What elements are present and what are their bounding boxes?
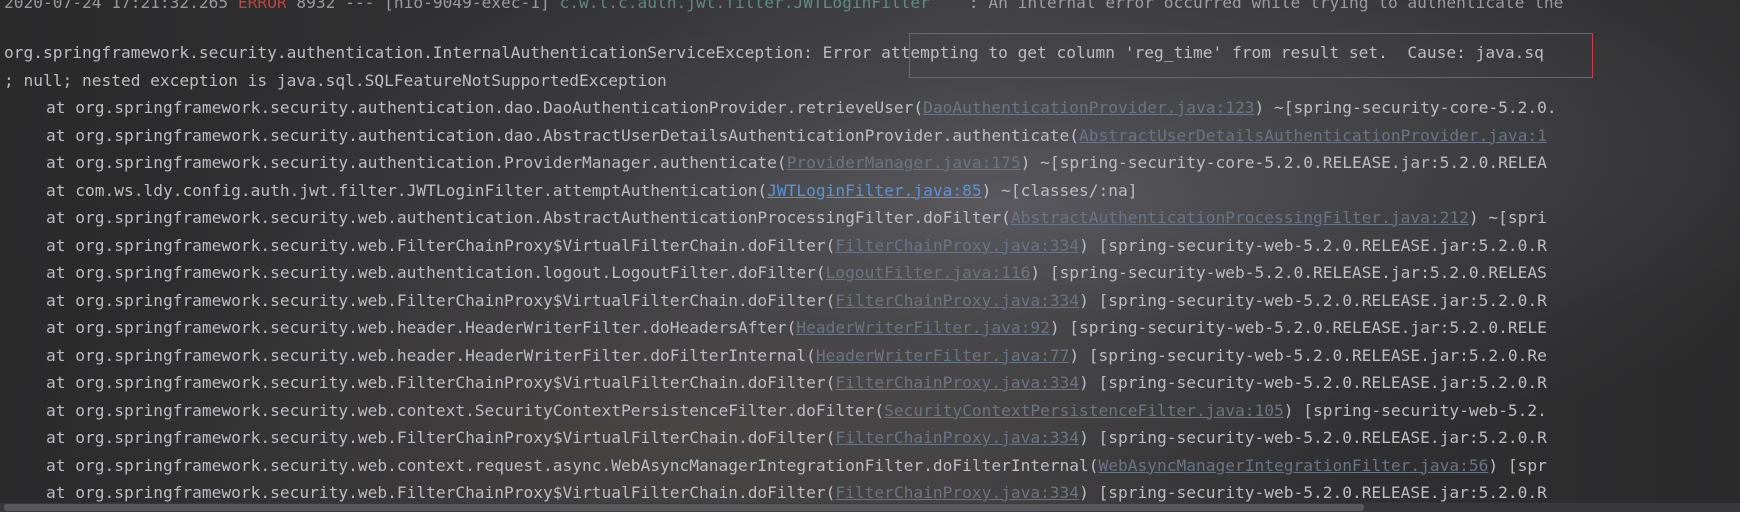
- stack-frame-jar: ) ~[spring-security-core-5.2.0.RELEASE.j…: [1020, 153, 1547, 172]
- stack-frame-method: at org.springframework.security.web.auth…: [46, 263, 826, 282]
- log-pid: 8932: [296, 0, 336, 12]
- source-file-link[interactable]: SecurityContextPersistenceFilter.java:10…: [884, 401, 1284, 420]
- source-file-link[interactable]: JWTLoginFilter.java:85: [767, 181, 981, 200]
- stack-frame-method: at org.springframework.security.web.Filt…: [46, 290, 836, 310]
- stack-frame-method: at org.springframework.security.web.Filt…: [46, 428, 836, 447]
- stack-frame-jar: ) [spring-security-web-5.2.0.RELEASE.jar…: [1079, 373, 1547, 392]
- stack-frame-jar: ) ~[spring-security-core-5.2.0.: [1254, 98, 1557, 117]
- stack-frame-jar: ) [spring-security-web-5.2.: [1283, 400, 1547, 420]
- stack-frame: at org.springframework.security.web.cont…: [4, 456, 1547, 476]
- stack-frame-method: at org.springframework.security.authenti…: [46, 125, 1080, 145]
- stack-frame-jar: ) [spring-security-web-5.2.0.RELEASE.jar…: [1079, 428, 1547, 447]
- stack-frame-jar: ) [spring-security-web-5.2.0.RELEASE.jar…: [1049, 318, 1547, 337]
- source-file-link[interactable]: ProviderManager.java:175: [787, 153, 1021, 172]
- log-thread: [nio-9049-exec-1]: [384, 0, 550, 12]
- log-message: : An internal error occurred while tryin…: [968, 0, 1564, 12]
- stack-frame: at org.springframework.security.web.auth…: [4, 263, 1547, 283]
- horizontal-scrollbar[interactable]: [0, 503, 1740, 512]
- stack-frame: at org.springframework.security.web.head…: [4, 318, 1547, 338]
- source-file-link[interactable]: DaoAuthenticationProvider.java:123: [923, 98, 1254, 117]
- source-file-link[interactable]: HeaderWriterFilter.java:92: [796, 318, 1049, 337]
- source-file-link[interactable]: FilterChainProxy.java:334: [835, 373, 1079, 392]
- stack-frame-method: at org.springframework.security.web.head…: [46, 345, 816, 365]
- source-file-link[interactable]: HeaderWriterFilter.java:77: [816, 346, 1069, 365]
- stack-frame-method: at org.springframework.security.authenti…: [46, 98, 924, 117]
- log-timestamp: 2020-07-24 17:21:32.265: [4, 0, 229, 12]
- stack-frame: at org.springframework.security.web.Filt…: [4, 236, 1547, 256]
- stack-frame-method: at org.springframework.security.web.Filt…: [46, 235, 836, 255]
- stack-frame-method: at org.springframework.security.web.head…: [46, 318, 797, 337]
- source-file-link[interactable]: FilterChainProxy.java:334: [835, 428, 1079, 447]
- source-file-link[interactable]: AbstractAuthenticationProcessingFilter.j…: [1011, 208, 1469, 227]
- stack-frame-method: at org.springframework.security.web.Filt…: [46, 373, 836, 392]
- stack-frame-jar: ) ~[spri: [1468, 208, 1547, 227]
- stack-frame: at org.springframework.security.authenti…: [4, 153, 1547, 173]
- stack-frame-method: at org.springframework.security.web.Filt…: [46, 483, 836, 502]
- stack-frame-jar: ) ~[classes/:na]: [981, 180, 1138, 200]
- stack-frame: at org.springframework.security.web.auth…: [4, 208, 1547, 228]
- source-file-link[interactable]: FilterChainProxy.java:334: [835, 291, 1079, 310]
- nested-exception-line: ; null; nested exception is java.sql.SQL…: [4, 71, 667, 90]
- log-level: ERROR: [237, 0, 287, 12]
- exception-class: org.springframework.security.authenticat…: [4, 43, 813, 62]
- source-file-link[interactable]: FilterChainProxy.java:334: [835, 483, 1079, 502]
- source-file-link[interactable]: LogoutFilter.java:116: [826, 263, 1031, 282]
- stack-frame-jar: ) [spring-security-web-5.2.0.RELEASE.jar…: [1079, 235, 1547, 255]
- source-file-link[interactable]: FilterChainProxy.java:334: [835, 236, 1079, 255]
- scrollbar-thumb[interactable]: [4, 504, 1364, 511]
- log-logger: c.w.l.c.auth.jwt.filter.JWTLoginFilter: [559, 0, 930, 12]
- console-output[interactable]: 2020-07-24 17:21:32.265 ERROR 8932 --- […: [0, 0, 1740, 512]
- source-file-link[interactable]: AbstractUserDetailsAuthenticationProvide…: [1079, 126, 1547, 145]
- source-file-link[interactable]: WebAsyncManagerIntegrationFilter.java:56: [1099, 456, 1489, 475]
- stack-frame: at org.springframework.security.authenti…: [4, 126, 1547, 146]
- stack-frame-jar: ) [spring-security-web-5.2.0.RELEASE.jar…: [1069, 345, 1547, 365]
- stack-frame-method: at org.springframework.security.web.auth…: [46, 208, 1011, 227]
- stack-frame-jar: ) [spring-security-web-5.2.0.RELEASE.jar…: [1030, 263, 1547, 282]
- error-highlight-box: [909, 33, 1593, 78]
- stack-frame: at org.springframework.security.web.Filt…: [4, 483, 1547, 503]
- stack-frame-jar: ) [spring-security-web-5.2.0.RELEASE.jar…: [1079, 483, 1547, 502]
- stack-frame: at com.ws.ldy.config.auth.jwt.filter.JWT…: [4, 181, 1138, 201]
- stack-frame-method: at org.springframework.security.web.cont…: [46, 400, 885, 420]
- stack-frame-jar: ) [spring-security-web-5.2.0.RELEASE.jar…: [1079, 290, 1547, 310]
- stack-frame: at org.springframework.security.web.Filt…: [4, 428, 1547, 448]
- log-header-line: 2020-07-24 17:21:32.265 ERROR 8932 --- […: [4, 0, 1563, 13]
- stack-frame: at org.springframework.security.web.head…: [4, 346, 1547, 366]
- stack-frame-method: at org.springframework.security.authenti…: [46, 153, 787, 172]
- stack-frame: at org.springframework.security.web.Filt…: [4, 373, 1547, 393]
- stack-frame-method: at org.springframework.security.web.cont…: [46, 455, 1099, 475]
- stack-frame: at org.springframework.security.authenti…: [4, 98, 1557, 118]
- stack-frame: at org.springframework.security.web.Filt…: [4, 291, 1547, 311]
- stack-frame-method: at com.ws.ldy.config.auth.jwt.filter.JWT…: [46, 180, 768, 200]
- stack-frame-jar: ) [spr: [1488, 455, 1547, 475]
- stack-frame: at org.springframework.security.web.cont…: [4, 401, 1547, 421]
